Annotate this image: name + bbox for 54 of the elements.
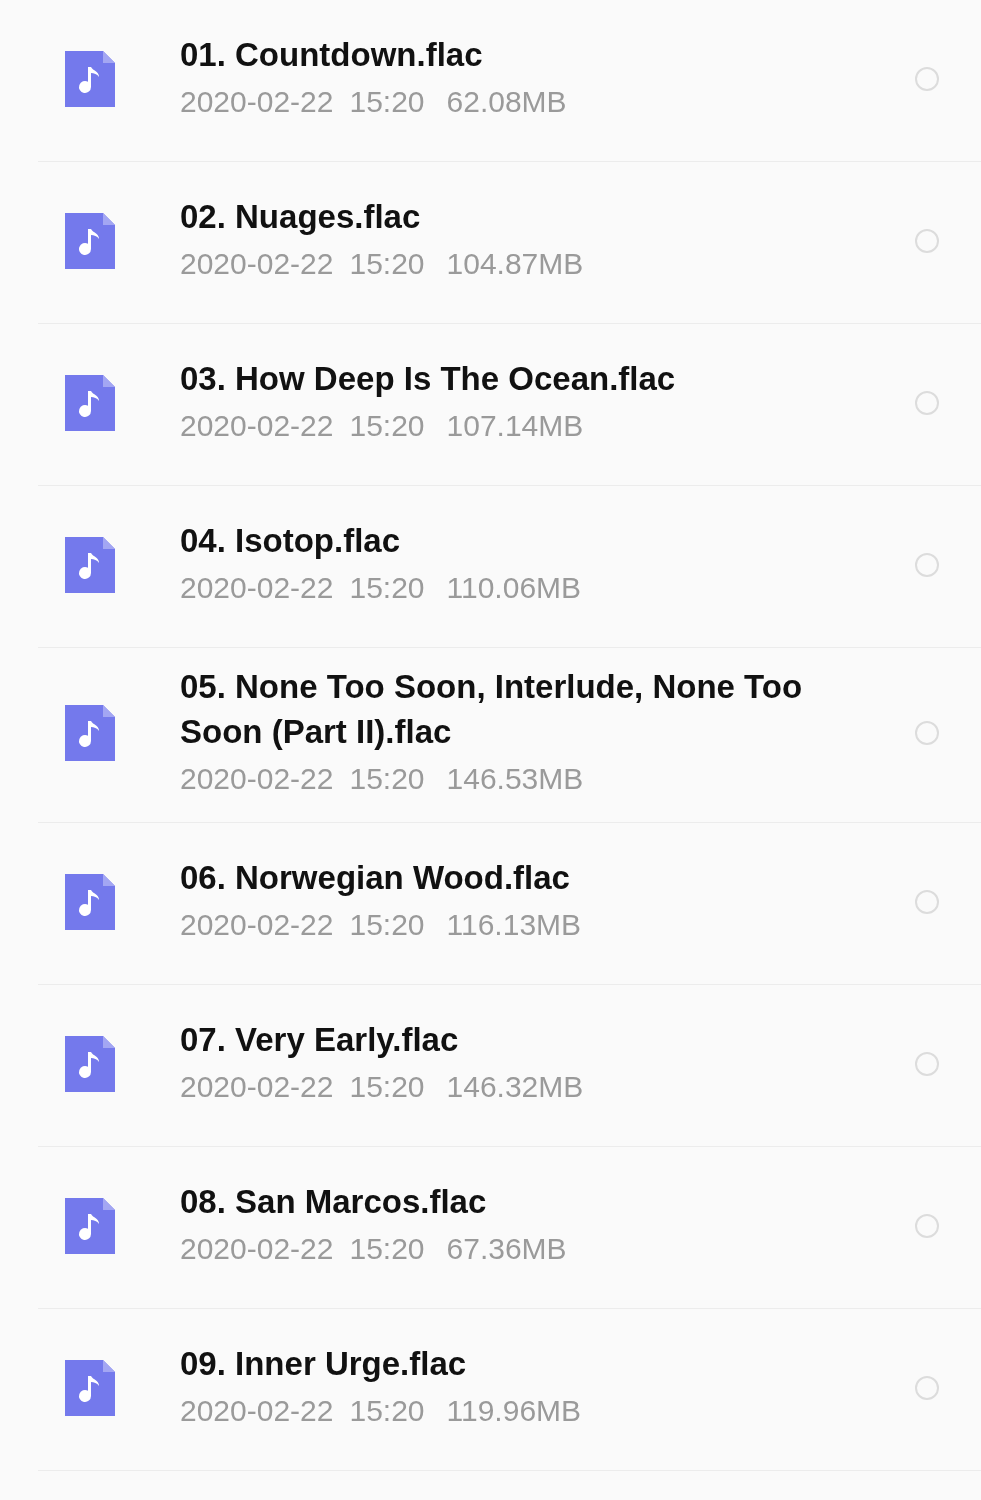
file-name[interactable]: 07. Very Early.flac bbox=[180, 1017, 880, 1062]
file-name[interactable]: 02. Nuages.flac bbox=[180, 194, 880, 239]
file-size: 110.06MB bbox=[446, 570, 582, 606]
music-file-icon bbox=[65, 1035, 115, 1092]
file-time: 15:20 bbox=[349, 1231, 425, 1267]
file-name[interactable]: 08. San Marcos.flac bbox=[180, 1179, 880, 1224]
music-file-icon bbox=[65, 1197, 115, 1254]
music-file-icon bbox=[65, 50, 115, 107]
file-time: 15:20 bbox=[349, 1393, 425, 1429]
file-size: 119.96MB bbox=[446, 1393, 582, 1429]
file-name[interactable]: 09. Inner Urge.flac bbox=[180, 1341, 880, 1386]
file-name[interactable]: 06. Norwegian Wood.flac bbox=[180, 855, 880, 900]
file-date: 2020-02-22 bbox=[180, 761, 334, 797]
file-date: 2020-02-22 bbox=[180, 1069, 334, 1105]
file-name[interactable]: 03. How Deep Is The Ocean.flac bbox=[180, 356, 880, 401]
music-file-icon bbox=[65, 536, 115, 593]
music-file-icon bbox=[65, 873, 115, 930]
file-time: 15:20 bbox=[349, 570, 425, 606]
music-file-icon bbox=[65, 374, 115, 431]
file-time: 15:20 bbox=[349, 246, 425, 282]
file-name[interactable]: 01. Countdown.flac bbox=[180, 32, 880, 77]
file-size: 116.13MB bbox=[446, 907, 582, 943]
file-date: 2020-02-22 bbox=[180, 1231, 334, 1267]
file-time: 15:20 bbox=[349, 907, 425, 943]
file-date: 2020-02-22 bbox=[180, 1393, 334, 1429]
select-radio[interactable] bbox=[915, 552, 939, 577]
file-name[interactable]: 04. Isotop.flac bbox=[180, 518, 880, 563]
file-time: 15:20 bbox=[349, 761, 425, 797]
file-size: 146.53MB bbox=[446, 761, 584, 797]
select-radio[interactable] bbox=[915, 1375, 939, 1400]
file-time: 15:20 bbox=[349, 408, 425, 444]
select-radio[interactable] bbox=[915, 721, 939, 745]
select-radio[interactable] bbox=[915, 1213, 939, 1238]
file-date: 2020-02-22 bbox=[180, 84, 334, 120]
file-size: 107.14MB bbox=[446, 408, 584, 444]
music-file-icon bbox=[65, 1359, 115, 1416]
file-time: 15:20 bbox=[349, 84, 425, 120]
file-date: 2020-02-22 bbox=[180, 907, 334, 943]
file-date: 2020-02-22 bbox=[180, 246, 334, 282]
music-file-icon bbox=[65, 705, 115, 761]
music-file-icon bbox=[65, 212, 115, 269]
file-name[interactable]: 05. None Too Soon, Interlude, None Too Soon (Part II).flac bbox=[180, 664, 880, 754]
file-size: 146.32MB bbox=[446, 1069, 584, 1105]
file-time: 15:20 bbox=[349, 1069, 425, 1105]
file-size: 67.36MB bbox=[446, 1231, 567, 1267]
select-radio[interactable] bbox=[915, 66, 939, 91]
select-radio[interactable] bbox=[915, 390, 939, 415]
file-date: 2020-02-22 bbox=[180, 408, 334, 444]
select-radio[interactable] bbox=[915, 889, 939, 914]
file-date: 2020-02-22 bbox=[180, 570, 334, 606]
file-size: 104.87MB bbox=[446, 246, 584, 282]
select-radio[interactable] bbox=[915, 228, 939, 253]
select-radio[interactable] bbox=[915, 1051, 939, 1076]
file-size: 62.08MB bbox=[446, 84, 567, 120]
